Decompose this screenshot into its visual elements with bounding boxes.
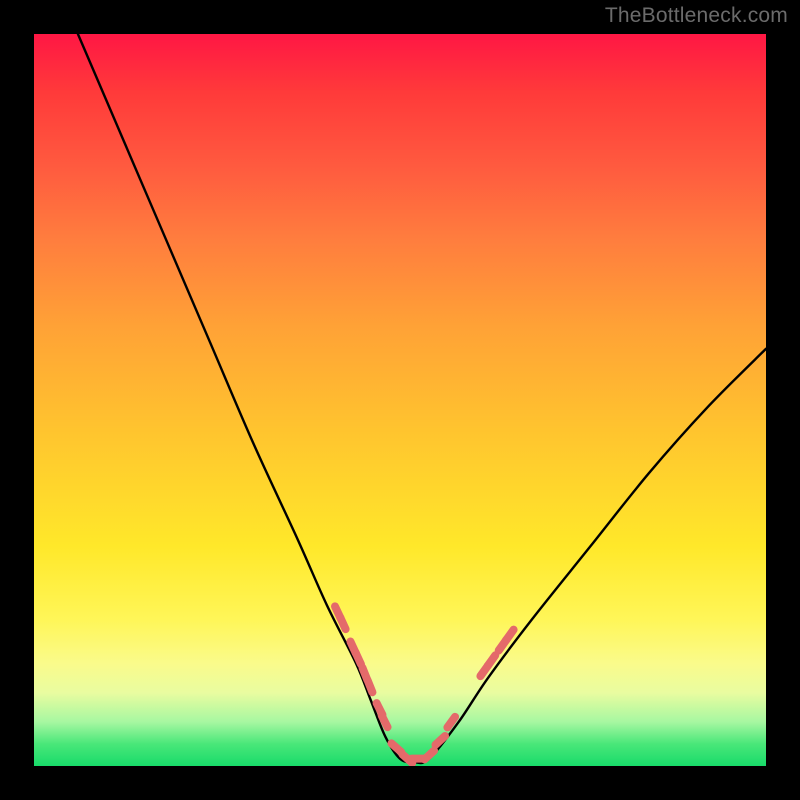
highlight-dash <box>368 680 373 692</box>
plot-area <box>34 34 766 766</box>
highlight-dash <box>447 717 455 728</box>
highlight-dash <box>382 716 388 728</box>
highlight-dash <box>340 617 345 629</box>
bottleneck-curve <box>78 34 766 763</box>
watermark-text: TheBottleneck.com <box>605 4 788 28</box>
highlight-markers <box>335 606 514 763</box>
highlight-dash <box>488 655 496 666</box>
highlight-dash <box>356 652 361 664</box>
chart-frame: TheBottleneck.com <box>0 0 800 800</box>
curve-svg <box>34 34 766 766</box>
highlight-dash <box>506 630 514 641</box>
highlight-dash <box>424 751 434 760</box>
